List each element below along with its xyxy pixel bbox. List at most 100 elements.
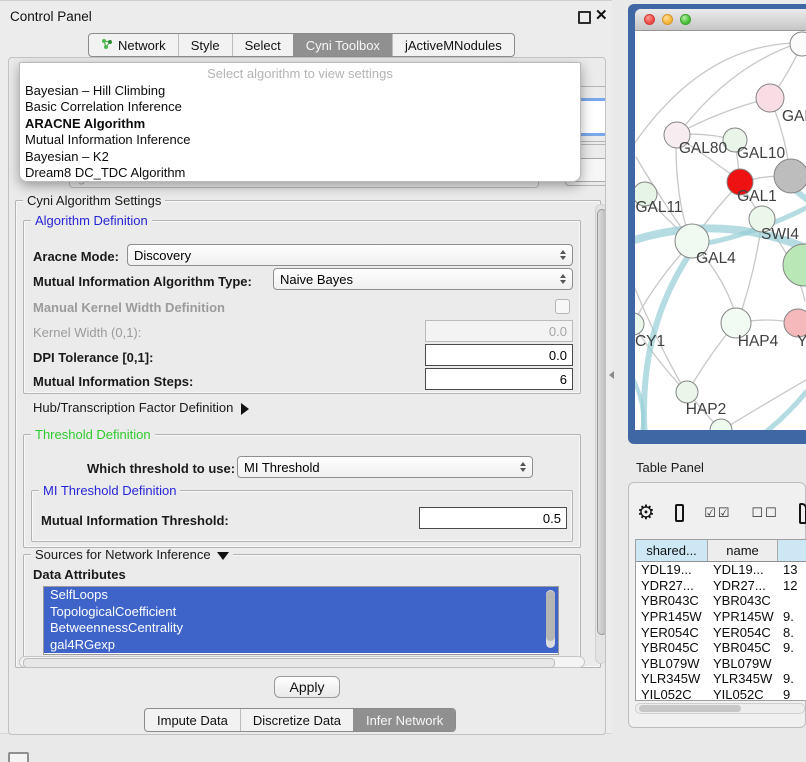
minimized-panel-chip[interactable] xyxy=(8,752,29,762)
tab-label: Impute Data xyxy=(157,713,228,728)
attribute-item-betweennesscentrality[interactable]: BetweennessCentrality xyxy=(44,620,558,637)
table-cell: 9. xyxy=(778,609,806,624)
tab-label: Cyni Toolbox xyxy=(306,38,380,53)
table-horizontal-scrollbar[interactable] xyxy=(635,703,805,714)
table-row[interactable]: YER054CYER054C8. xyxy=(636,624,806,640)
network-node[interactable] xyxy=(756,84,784,112)
which-threshold-value: MI Threshold xyxy=(244,460,320,475)
network-canvas[interactable]: GALGAL80GAL10GAL1GAL11SWI4GAL4GCY1HAP4YH… xyxy=(635,31,806,430)
tab-select[interactable]: Select xyxy=(232,34,293,56)
tab-style[interactable]: Style xyxy=(178,34,232,56)
network-node[interactable] xyxy=(783,244,806,286)
settings-vertical-scrollbar[interactable] xyxy=(595,204,606,664)
network-node[interactable] xyxy=(710,419,732,430)
network-window-titlebar[interactable] xyxy=(635,9,806,31)
attribute-item-gal4rgexp[interactable]: gal4RGexp xyxy=(44,637,558,654)
table-row[interactable]: YPR145WYPR145W9. xyxy=(636,609,806,625)
mi-algorithm-type-label: Mutual Information Algorithm Type: xyxy=(33,274,252,289)
data-attributes-label: Data Attributes xyxy=(33,567,126,582)
deselect-all-icon[interactable]: ☐☐ xyxy=(752,505,779,521)
settings-scrollbar-thumb[interactable] xyxy=(597,209,606,635)
table-cell: 9. xyxy=(778,671,806,686)
panel-splitter-arrow-icon[interactable] xyxy=(609,371,614,379)
tab-network[interactable]: Network xyxy=(89,34,178,56)
table-row[interactable]: YDR27...YDR27...12 xyxy=(636,578,806,594)
dpi-tolerance-input[interactable]: 0.0 xyxy=(425,344,573,366)
settings-horizontal-scrollbar[interactable] xyxy=(19,656,585,668)
network-node[interactable] xyxy=(635,313,644,335)
mi-algorithm-type-combo[interactable]: Naive Bayes xyxy=(273,268,573,290)
data-attributes-list[interactable]: SelfLoopsTopologicalCoefficientBetweenne… xyxy=(43,586,559,655)
mi-steps-label: Mutual Information Steps: xyxy=(33,374,193,389)
mi-threshold-label: Mutual Information Threshold: xyxy=(41,513,229,528)
table-scrollbar-thumb[interactable] xyxy=(639,705,741,712)
list-scrollbar-thumb[interactable] xyxy=(546,591,555,641)
hub-definition-label: Hub/Transcription Factor Definition xyxy=(33,400,233,415)
close-traffic-light-icon[interactable] xyxy=(644,14,655,25)
node-label-hap4: HAP4 xyxy=(738,333,779,350)
tab-jactivemnodules[interactable]: jActiveMNodules xyxy=(392,34,514,56)
network-node[interactable] xyxy=(774,159,806,193)
expander-down-arrow-icon xyxy=(217,552,229,560)
table-row[interactable]: YBR045CYBR045C9. xyxy=(636,640,806,656)
table-cell: YLR345W xyxy=(708,671,778,686)
algorithm-option-bayesian-hill-climbing[interactable]: Bayesian – Hill Climbing xyxy=(20,83,580,99)
table-row[interactable]: YDL19...YDL19...13 xyxy=(636,562,806,578)
dpi-tolerance-label: DPI Tolerance [0,1]: xyxy=(33,350,153,365)
table-row[interactable]: YBR043CYBR043C xyxy=(636,593,806,609)
table-cell: YPR145W xyxy=(708,609,778,624)
manual-kernel-width-checkbox[interactable] xyxy=(555,299,570,314)
zoom-traffic-light-icon[interactable] xyxy=(680,14,691,25)
manual-kernel-width-label: Manual Kernel Width Definition xyxy=(33,300,225,315)
node-table[interactable]: shared...nameYDL19...YDL19...13YDR27...Y… xyxy=(635,539,806,701)
list-scrollbar[interactable] xyxy=(546,590,555,648)
gear-icon[interactable]: ⚙ xyxy=(637,503,655,523)
node-label-gal4: GAL4 xyxy=(696,250,736,267)
sources-title[interactable]: Sources for Network Inference xyxy=(31,548,233,561)
hub-definition-expander[interactable]: Hub/Transcription Factor Definition xyxy=(33,400,249,415)
mi-steps-input[interactable]: 6 xyxy=(425,368,573,390)
float-window-icon[interactable] xyxy=(578,11,591,24)
select-all-checks-icon[interactable]: ☑☑ xyxy=(704,505,731,521)
algorithm-option-dream8-dc-tdc-algorithm[interactable]: Dream8 DC_TDC Algorithm xyxy=(20,165,580,181)
table-cell: 8. xyxy=(778,625,806,640)
aracne-mode-value: Discovery xyxy=(134,248,191,263)
table-row[interactable]: YIL052CYIL052C9 xyxy=(636,687,806,701)
close-icon[interactable]: ✕ xyxy=(595,6,608,24)
split-columns-icon[interactable] xyxy=(675,504,684,522)
network-node[interactable] xyxy=(676,381,698,403)
attribute-item-selfloops[interactable]: SelfLoops xyxy=(44,587,558,604)
minimize-traffic-light-icon[interactable] xyxy=(662,14,673,25)
tab-cyni-toolbox[interactable]: Cyni Toolbox xyxy=(293,34,392,56)
horizontal-scrollbar-thumb[interactable] xyxy=(23,658,555,668)
aracne-mode-combo[interactable]: Discovery xyxy=(127,244,573,266)
algorithm-option-mutual-information-inference[interactable]: Mutual Information Inference xyxy=(20,132,580,148)
algorithm-option-basic-correlation-inference[interactable]: Basic Correlation Inference xyxy=(20,99,580,115)
node-label-gal80: GAL80 xyxy=(679,140,728,157)
table-cell: YBR043C xyxy=(708,593,778,608)
network-node[interactable] xyxy=(790,32,806,56)
stepper-icon xyxy=(560,274,566,284)
which-threshold-combo[interactable]: MI Threshold xyxy=(237,456,533,478)
algorithm-option-aracne-algorithm[interactable]: ARACNE Algorithm xyxy=(20,116,580,132)
column-header-shared[interactable]: shared... xyxy=(636,540,708,561)
table-row[interactable]: YLR345WYLR345W9. xyxy=(636,671,806,687)
document-icon[interactable] xyxy=(799,503,806,524)
tab-infer-network[interactable]: Infer Network xyxy=(353,709,455,731)
kernel-width-input[interactable]: 0.0 xyxy=(425,320,573,342)
table-row[interactable]: YBL079WYBL079W xyxy=(636,656,806,672)
attribute-item-topologicalcoefficient[interactable]: TopologicalCoefficient xyxy=(44,604,558,621)
network-edge[interactable] xyxy=(679,43,799,133)
mi-threshold-title: MI Threshold Definition xyxy=(39,484,180,497)
apply-button[interactable]: Apply xyxy=(274,676,340,698)
tab-discretize-data[interactable]: Discretize Data xyxy=(240,709,353,731)
mi-threshold-input[interactable]: 0.5 xyxy=(419,507,567,529)
network-edge-thick[interactable] xyxy=(635,369,643,430)
column-header-2[interactable] xyxy=(778,540,806,561)
table-cell: YLR345W xyxy=(636,671,708,686)
table-cell: 9 xyxy=(778,687,806,701)
column-header-name[interactable]: name xyxy=(708,540,778,561)
algorithm-option-bayesian-k2[interactable]: Bayesian – K2 xyxy=(20,149,580,165)
tab-impute-data[interactable]: Impute Data xyxy=(145,709,240,731)
network-edge-thick[interactable] xyxy=(758,392,806,430)
